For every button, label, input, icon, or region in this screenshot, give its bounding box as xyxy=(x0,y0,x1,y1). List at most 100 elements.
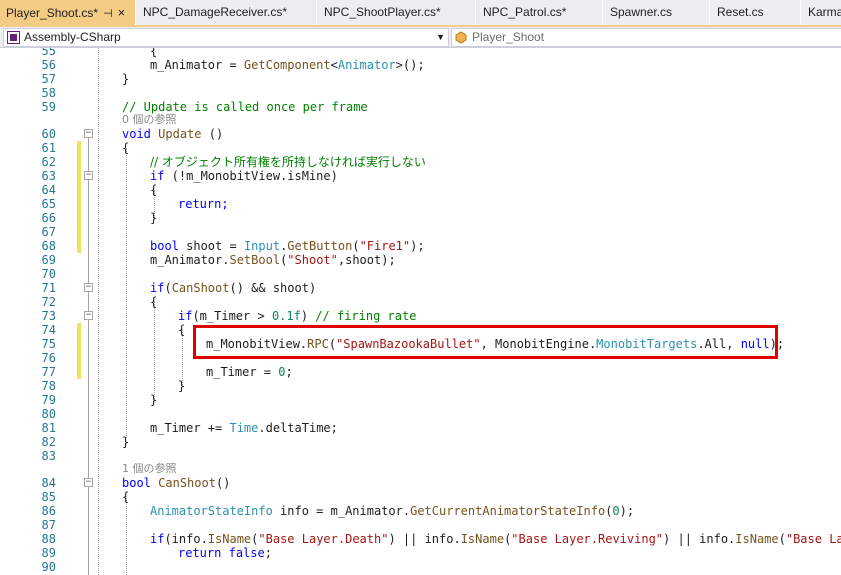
tab-karma[interactable]: Karma xyxy=(802,0,841,25)
change-marker xyxy=(77,183,81,197)
code-text: bool CanShoot() xyxy=(122,476,231,490)
line-number: 82 xyxy=(41,435,56,449)
line-number: 90 xyxy=(41,560,56,574)
collapse-icon[interactable]: − xyxy=(84,311,93,320)
code-text: } xyxy=(122,435,130,449)
line-number: 69 xyxy=(41,253,56,267)
collapse-icon[interactable]: − xyxy=(84,171,93,180)
code-line: 83 xyxy=(0,449,841,463)
line-number: 65 xyxy=(41,197,56,211)
tab-label: Reset.cs xyxy=(717,5,764,19)
code-line: 61 { xyxy=(0,141,841,155)
line-number: 71 xyxy=(41,281,56,295)
code-text: m_Animator = GetComponent<Animator>(); xyxy=(150,58,425,72)
codelens-reference-count[interactable]: 1 個の参照 xyxy=(122,462,177,476)
line-number: 67 xyxy=(41,225,56,239)
line-number: 88 xyxy=(41,532,56,546)
code-line: 63 − if (!m_MonobitView.isMine) xyxy=(0,169,841,183)
line-number: 56 xyxy=(41,58,56,72)
code-line: 84 − bool CanShoot() xyxy=(0,476,841,490)
close-icon[interactable]: × xyxy=(118,0,126,25)
line-number: 83 xyxy=(41,449,56,463)
collapse-icon[interactable]: − xyxy=(84,129,93,138)
tab-label: NPC_ShootPlayer.cs* xyxy=(324,5,441,19)
code-line: 73 − if(m_Timer > 0.1f) // firing rate xyxy=(0,309,841,323)
code-line: 82 } xyxy=(0,435,841,449)
change-marker xyxy=(77,141,81,155)
project-dropdown[interactable]: Assembly-CSharp ▼ xyxy=(3,28,449,47)
change-marker xyxy=(77,155,81,169)
code-comment: // オブジェクト所有権を所持しなければ実行しない xyxy=(150,155,426,169)
code-line: 70 xyxy=(0,267,841,281)
line-number: 76 xyxy=(41,351,56,365)
code-line: 62 // オブジェクト所有権を所持しなければ実行しない xyxy=(0,155,841,169)
code-text: if (!m_MonobitView.isMine) xyxy=(150,169,338,183)
code-line: 56 m_Animator = GetComponent<Animator>()… xyxy=(0,58,841,72)
change-marker xyxy=(77,239,81,253)
code-text: } xyxy=(150,211,158,225)
change-marker xyxy=(77,365,81,379)
code-text: if(m_Timer > 0.1f) // firing rate xyxy=(178,309,417,323)
line-number: 81 xyxy=(41,421,56,435)
code-text: { xyxy=(122,141,130,155)
code-text: { xyxy=(150,48,158,58)
code-editor[interactable]: 55 { 56 m_Animator = GetComponent<Animat… xyxy=(0,48,841,575)
document-tab-strip: Player_Shoot.cs* ⊣ × NPC_DamageReceiver.cs… xyxy=(0,0,841,27)
line-number: 62 xyxy=(41,155,56,169)
line-number: 68 xyxy=(41,239,56,253)
code-line: 78 } xyxy=(0,379,841,393)
highlight-box xyxy=(193,325,778,359)
code-text: return false; xyxy=(178,546,272,560)
pin-icon[interactable]: ⊣ xyxy=(103,2,113,25)
codelens-reference-count[interactable]: 0 個の参照 xyxy=(122,113,177,127)
collapse-icon[interactable]: − xyxy=(84,283,93,292)
line-number: 55 xyxy=(41,48,56,58)
tab-label: NPC_Patrol.cs* xyxy=(483,5,567,19)
line-number: 79 xyxy=(41,393,56,407)
code-line: 90 xyxy=(0,560,841,574)
change-marker xyxy=(77,351,81,365)
line-number: 77 xyxy=(41,365,56,379)
code-text: if(CanShoot() && shoot) xyxy=(150,281,317,295)
code-text: void Update () xyxy=(122,127,224,141)
code-text: AnimatorStateInfo info = m_Animator.GetC… xyxy=(150,504,635,518)
code-text: { xyxy=(150,183,158,197)
project-name: Assembly-CSharp xyxy=(24,30,121,44)
code-line: 67 xyxy=(0,225,841,239)
chevron-down-icon[interactable]: ▼ xyxy=(436,29,445,46)
class-icon xyxy=(455,31,467,44)
tab-reset[interactable]: Reset.cs xyxy=(711,0,801,25)
change-marker xyxy=(77,225,81,239)
code-text: bool shoot = Input.GetButton("Fire1"); xyxy=(150,239,425,253)
line-number: 61 xyxy=(41,141,56,155)
line-number: 75 xyxy=(41,337,56,351)
code-line: 65 return; xyxy=(0,197,841,211)
code-text: } xyxy=(150,393,158,407)
line-number: 87 xyxy=(41,518,56,532)
code-line: 68 bool shoot = Input.GetButton("Fire1")… xyxy=(0,239,841,253)
line-number: 58 xyxy=(41,86,56,100)
navigation-bar: Assembly-CSharp ▼ Player_Shoot xyxy=(0,27,841,48)
tab-npc-shootplayer[interactable]: NPC_ShootPlayer.cs* xyxy=(318,0,476,25)
line-number: 63 xyxy=(41,169,56,183)
line-number: 57 xyxy=(41,72,56,86)
change-marker xyxy=(77,169,81,183)
code-text: } xyxy=(122,72,130,86)
code-text: { xyxy=(178,323,186,337)
collapse-icon[interactable]: − xyxy=(84,478,93,487)
line-number: 86 xyxy=(41,504,56,518)
code-line: 88 if(info.IsName("Base Layer.Death") ||… xyxy=(0,532,841,546)
code-line: 89 return false; xyxy=(0,546,841,560)
type-dropdown[interactable]: Player_Shoot xyxy=(451,28,841,47)
line-number: 60 xyxy=(41,127,56,141)
tab-npc-damagereceiver[interactable]: NPC_DamageReceiver.cs* xyxy=(137,0,317,25)
tab-spawner[interactable]: Spawner.cs xyxy=(604,0,710,25)
line-number: 70 xyxy=(41,267,56,281)
csharp-project-icon xyxy=(7,31,20,44)
tab-player-shoot[interactable]: Player_Shoot.cs* ⊣ × xyxy=(0,0,136,25)
tab-npc-patrol[interactable]: NPC_Patrol.cs* xyxy=(477,0,603,25)
line-number: 59 xyxy=(41,100,56,114)
change-marker xyxy=(77,211,81,225)
code-text: return; xyxy=(178,197,229,211)
code-line: 87 xyxy=(0,518,841,532)
